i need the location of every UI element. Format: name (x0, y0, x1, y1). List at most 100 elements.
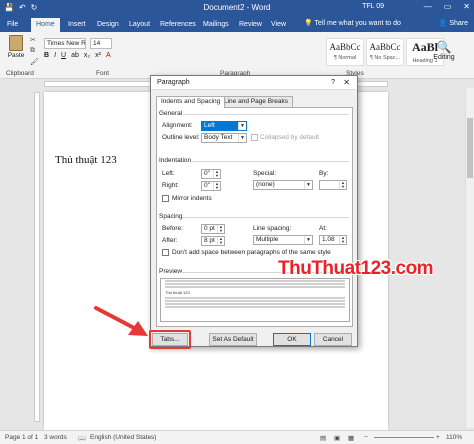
indentation-divider (192, 161, 349, 162)
title-bar: 💾 ↶ ↻ Document2 - Word TFL 09 — ▭ ✕ (0, 0, 474, 16)
style-no-spacing[interactable]: AaBbCc ¶ No Spac... (366, 38, 404, 66)
web-layout-icon[interactable]: ▦ (348, 434, 354, 442)
tab-home[interactable]: Home (31, 18, 60, 32)
zoom-in-icon[interactable]: + (436, 434, 440, 441)
language-indicator[interactable]: English (United States) (90, 434, 156, 441)
share-button[interactable]: 👤 Share (439, 19, 468, 27)
underline-icon[interactable]: U (61, 52, 66, 59)
font-color-icon[interactable]: A (106, 52, 111, 59)
tab-insert[interactable]: Insert (63, 18, 91, 32)
general-heading: General (159, 110, 183, 117)
dialog-title: Paragraph (157, 79, 190, 86)
tell-me-search[interactable]: 💡 Tell me what you want to do (304, 19, 401, 27)
alignment-select[interactable]: Left ▼ (201, 121, 247, 131)
bold-icon[interactable]: B (44, 52, 49, 59)
tab-mailings[interactable]: Mailings (198, 18, 234, 32)
zoom-out-icon[interactable]: − (364, 434, 368, 441)
proofing-icon[interactable]: 📖 (78, 434, 86, 442)
mirror-indents-label: Mirror indents (172, 195, 212, 202)
chevron-down-icon: ▼ (238, 122, 246, 130)
help-button[interactable]: ? (331, 79, 335, 86)
copy-icon[interactable]: ⧉ (30, 47, 39, 55)
dialog-close-button[interactable]: ✕ (343, 78, 350, 87)
special-select[interactable]: (none) ▼ (253, 180, 313, 190)
vertical-scrollbar[interactable] (465, 88, 474, 428)
tab-line-and-page-breaks[interactable]: Line and Page Breaks (219, 96, 293, 107)
close-button[interactable]: ✕ (463, 2, 470, 11)
read-mode-icon[interactable]: ▤ (320, 434, 326, 442)
indent-right-spinner[interactable]: 0" ▲ ▼ (201, 181, 221, 191)
spacing-after-value: 8 pt (204, 237, 215, 244)
by-label: By: (319, 170, 329, 177)
paragraph-preview: Thủ thuật 123 (160, 278, 350, 322)
vertical-ruler[interactable] (34, 92, 40, 422)
print-layout-icon[interactable]: ▣ (334, 434, 340, 442)
minimize-button[interactable]: — (424, 2, 432, 11)
word-count[interactable]: 3 words (44, 434, 67, 441)
italic-icon[interactable]: I (54, 52, 56, 59)
font-size-select[interactable]: 14 (90, 38, 112, 49)
dont-add-space-checkbox[interactable] (162, 249, 169, 256)
preview-line (165, 297, 345, 299)
scrollbar-thumb[interactable] (467, 118, 473, 178)
line-spacing-label: Line spacing: (253, 225, 292, 232)
spinner-arrows-icon[interactable]: ▲ ▼ (217, 225, 224, 233)
tab-view[interactable]: View (266, 18, 291, 32)
set-as-default-button[interactable]: Set As Default (209, 333, 257, 346)
spacing-after-spinner[interactable]: 8 pt ▲ ▼ (201, 236, 225, 246)
paste-button[interactable]: Paste (6, 35, 26, 65)
ok-button[interactable]: OK (273, 333, 311, 346)
tab-design[interactable]: Design (92, 18, 124, 32)
format-painter-icon[interactable]: 🖌 (30, 58, 39, 66)
spinner-arrows-icon[interactable]: ▲ ▼ (213, 170, 220, 178)
tab-references[interactable]: References (155, 18, 201, 32)
font-format-row: B I U ab x₂ x² A (44, 52, 111, 59)
outline-level-select[interactable]: Body Text ▼ (201, 133, 247, 143)
tab-review[interactable]: Review (234, 18, 267, 32)
user-name[interactable]: TFL 09 (362, 3, 384, 10)
spinner-arrows-icon[interactable]: ▲ ▼ (339, 236, 346, 244)
spinner-arrows-icon[interactable]: ▲ ▼ (217, 237, 224, 245)
preview-line (165, 303, 345, 305)
mirror-indents-checkbox[interactable] (162, 195, 169, 202)
cancel-button[interactable]: Cancel (314, 333, 352, 346)
style-normal[interactable]: AaBbCc ¶ Normal (326, 38, 364, 66)
alignment-label: Alignment: (162, 122, 193, 129)
font-name-select[interactable]: Times New Ro (44, 38, 86, 49)
spacing-before-spinner[interactable]: 0 pt ▲ ▼ (201, 224, 225, 234)
line-spacing-select[interactable]: Multiple ▼ (253, 235, 313, 245)
document-text[interactable]: Thủ thuật 123 (55, 154, 117, 166)
superscript-icon[interactable]: x² (95, 52, 101, 59)
window-controls: — ▭ ✕ (424, 2, 470, 11)
at-label: At: (319, 225, 327, 232)
chevron-down-icon: ▼ (238, 134, 246, 142)
spacing-before-label: Before: (162, 225, 183, 232)
preview-sample-text: Thủ thuật 123 (165, 290, 190, 295)
zoom-slider[interactable] (374, 437, 434, 438)
at-spinner[interactable]: 1.08 ▲ ▼ (319, 235, 347, 245)
spacing-before-value: 0 pt (204, 225, 215, 232)
paste-label: Paste (7, 52, 25, 59)
general-divider (183, 114, 349, 115)
zoom-level[interactable]: 110% (446, 434, 462, 441)
subscript-icon[interactable]: x₂ (84, 52, 90, 59)
clipboard-mini-icons: ✂ ⧉ 🖌 (30, 36, 39, 66)
spinner-arrows-icon[interactable]: ▲ ▼ (339, 181, 346, 189)
indent-left-spinner[interactable]: 0" ▲ ▼ (201, 169, 221, 179)
by-spinner[interactable]: ▲ ▼ (319, 180, 347, 190)
status-bar: Page 1 of 1 3 words 📖 English (United St… (0, 430, 474, 444)
strikethrough-icon[interactable]: ab (71, 52, 79, 59)
tab-layout[interactable]: Layout (124, 18, 155, 32)
cut-icon[interactable]: ✂ (30, 36, 39, 44)
editing-button[interactable]: 🔍 Editing (424, 40, 464, 61)
spinner-arrows-icon[interactable]: ▲ ▼ (213, 182, 220, 190)
clipboard-group-label: Clipboard (6, 70, 34, 77)
tab-file[interactable]: File (2, 18, 23, 32)
collapsed-by-default-checkbox[interactable] (251, 134, 258, 141)
restore-button[interactable]: ▭ (444, 2, 452, 11)
tab-indents-and-spacing[interactable]: Indents and Spacing (156, 96, 226, 108)
indentation-heading: Indentation (159, 157, 192, 164)
page-count[interactable]: Page 1 of 1 (5, 434, 38, 441)
preview-line (165, 283, 345, 285)
spacing-after-label: After: (162, 237, 178, 244)
